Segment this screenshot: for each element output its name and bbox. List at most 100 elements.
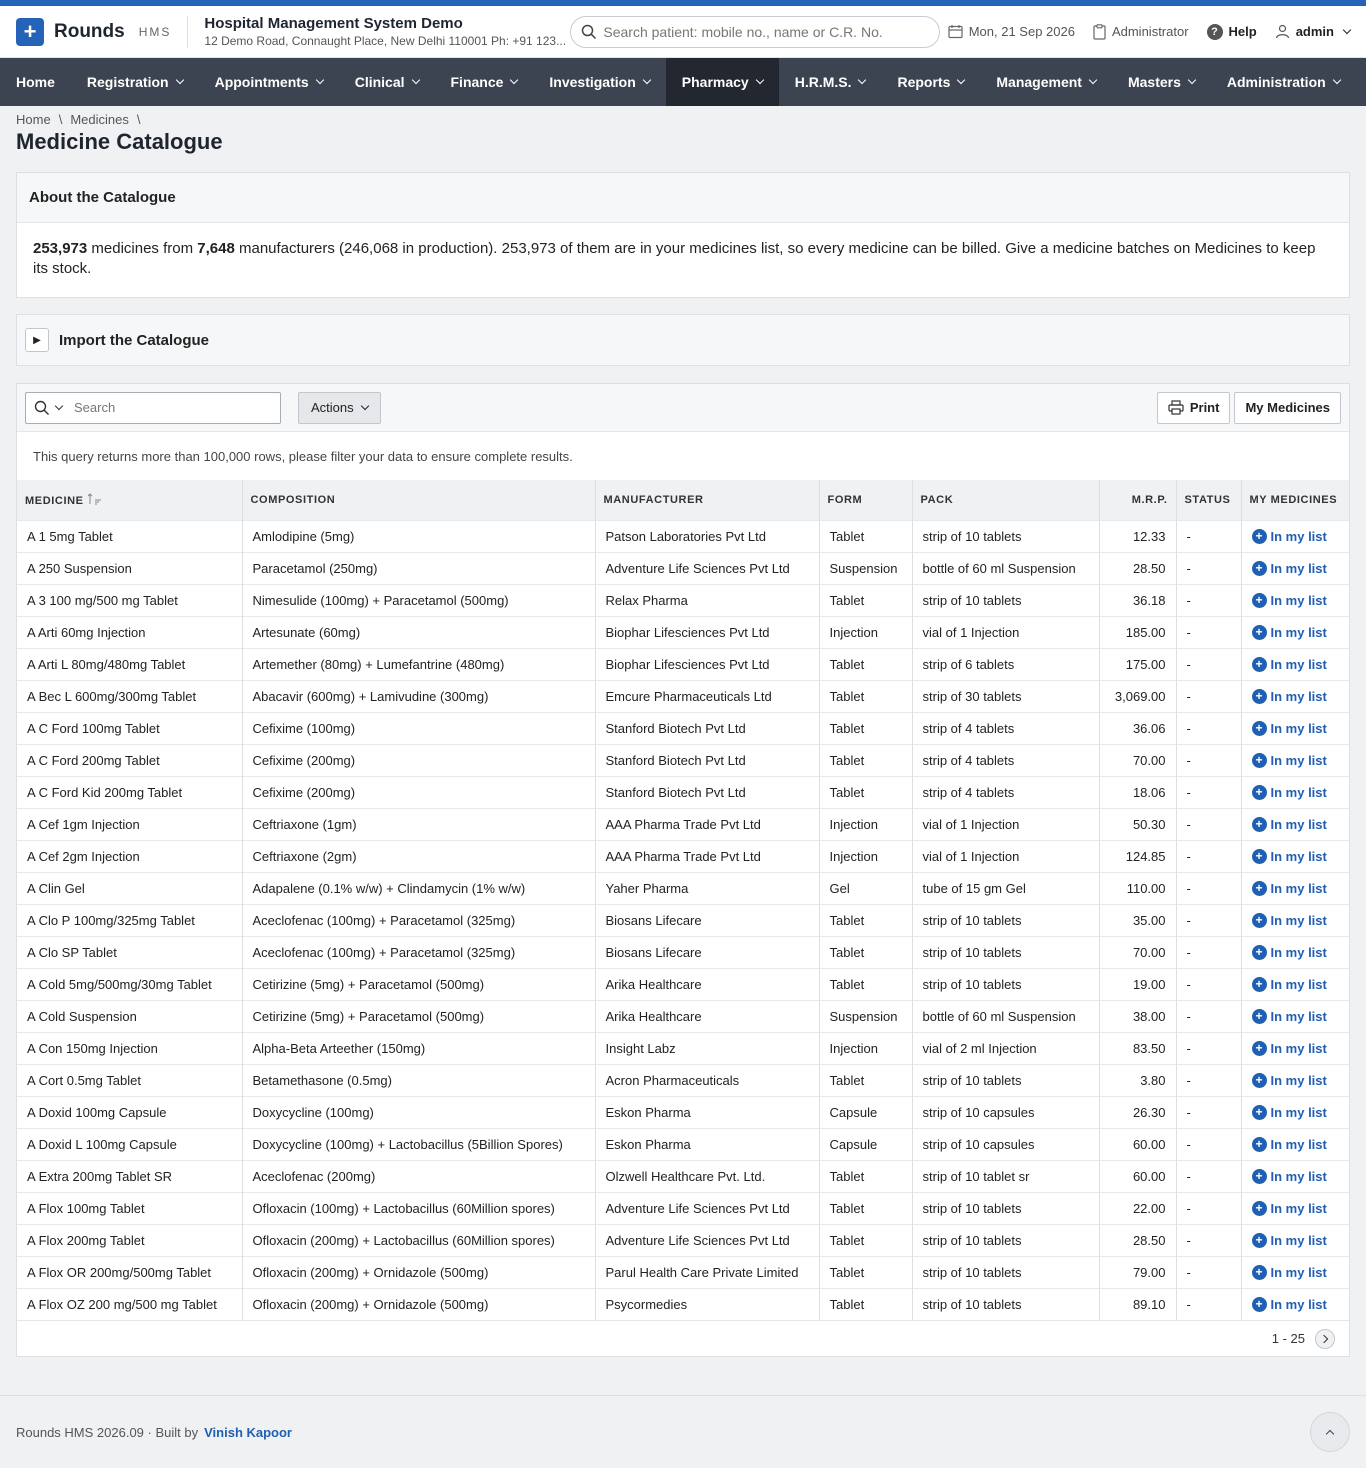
table-row[interactable]: A C Ford Kid 200mg Tablet Cefixime (200mg… [17, 775, 1349, 808]
composition-cell: Ofloxacin (200mg) + Lactobacillus (60Mil… [242, 1223, 596, 1256]
table-row[interactable]: A Clo SP Tablet Aceclofenac (100mg) + Par… [17, 935, 1349, 968]
in-my-list-link[interactable]: + In my list [1251, 944, 1340, 960]
in-my-list-link[interactable]: + In my list [1251, 976, 1340, 992]
actions-label: Actions [311, 400, 354, 415]
nav-item-administration[interactable]: Administration [1211, 58, 1356, 106]
column-header[interactable]: FORM [819, 480, 913, 520]
print-button[interactable]: Print [1156, 391, 1231, 424]
in-my-list-link[interactable]: + In my list [1251, 592, 1340, 608]
table-row[interactable]: A Doxid L 100mg Capsule Doxycycline (100m… [17, 1127, 1349, 1160]
import-header[interactable]: ▶ Import the Catalogue [17, 315, 1349, 365]
in-my-list-link[interactable]: + In my list [1251, 912, 1340, 928]
nav-item-home[interactable]: Home [0, 58, 71, 106]
nav-item-masters[interactable]: Masters [1112, 58, 1211, 106]
composition-cell: Cefixime (100mg) [242, 711, 596, 744]
in-my-list-link[interactable]: + In my list [1251, 528, 1340, 544]
table-row[interactable]: A Cef 2gm Injection Ceftriaxone (2gm) AAA … [17, 839, 1349, 872]
in-my-list-link[interactable]: + In my list [1251, 816, 1340, 832]
nav-item-reports[interactable]: Reports [881, 58, 980, 106]
form-cell: Tablet [819, 775, 913, 808]
table-row[interactable]: A Extra 200mg Tablet SR Aceclofenac (200m… [17, 1159, 1349, 1192]
nav-item-h-r-m-s[interactable]: H.R.M.S. [779, 58, 882, 106]
user-icon [1275, 24, 1289, 39]
in-my-list-link[interactable]: + In my list [1251, 1264, 1340, 1280]
in-my-list-link[interactable]: + In my list [1251, 1104, 1340, 1120]
my-medicines-cell: + In my list [1241, 551, 1349, 584]
table-row[interactable]: A Cold Suspension Cetirizine (5mg) + Para… [17, 999, 1349, 1032]
nav-item-investigation[interactable]: Investigation [533, 58, 665, 106]
table-row[interactable]: A 1 5mg Tablet Amlodipine (5mg) Patson Lab… [17, 519, 1349, 552]
my-medicines-cell: + In my list [1241, 839, 1349, 872]
table-row[interactable]: A Cold 5mg/500mg/30mg Tablet Cetirizine (… [17, 967, 1349, 1000]
nav-item-finance[interactable]: Finance [435, 58, 534, 106]
my-medicines-cell: + In my list [1241, 1191, 1349, 1224]
nav-item-management[interactable]: Management [980, 58, 1112, 106]
table-row[interactable]: A Flox OR 200mg/500mg Tablet Ofloxacin (2… [17, 1255, 1349, 1288]
medicine-name-cell: A Flox OZ 200 mg/500 mg Tablet [17, 1287, 243, 1320]
my-medicines-button[interactable]: My Medicines [1234, 391, 1341, 424]
column-header[interactable]: COMPOSITION [242, 480, 596, 520]
author-link[interactable]: Vinish Kapoor [204, 1425, 292, 1440]
breadcrumb-medicines[interactable]: Medicines [70, 112, 129, 127]
breadcrumb-home[interactable]: Home [16, 112, 51, 127]
app-logo[interactable]: + Rounds HMS [16, 17, 171, 46]
in-my-list-link[interactable]: + In my list [1251, 1136, 1340, 1152]
in-my-list-link[interactable]: + In my list [1251, 688, 1340, 704]
report-search-input[interactable]: Search [25, 391, 281, 424]
user-menu[interactable]: admin [1275, 24, 1352, 39]
table-row[interactable]: A Cef 1gm Injection Ceftriaxone (1gm) AAA … [17, 807, 1349, 840]
table-row[interactable]: A Con 150mg Injection Alpha-Beta Arteethe… [17, 1031, 1349, 1064]
help-link[interactable]: ? Help [1206, 23, 1257, 40]
about-heading: About the Catalogue [17, 173, 1349, 223]
app-name: Rounds [54, 20, 125, 42]
in-my-list-link[interactable]: + In my list [1251, 880, 1340, 896]
table-row[interactable]: A Doxid 100mg Capsule Doxycycline (100mg)… [17, 1095, 1349, 1128]
in-my-list-link[interactable]: + In my list [1251, 1072, 1340, 1088]
in-my-list-link[interactable]: + In my list [1251, 1232, 1340, 1248]
status-cell: - [1176, 775, 1242, 808]
in-my-list-link[interactable]: + In my list [1251, 560, 1340, 576]
in-my-list-link[interactable]: + In my list [1251, 1008, 1340, 1024]
next-page-button[interactable] [1315, 1328, 1335, 1349]
table-row[interactable]: A C Ford 200mg Tablet Cefixime (200mg) Sta… [17, 743, 1349, 776]
table-row[interactable]: A Clo P 100mg/325mg Tablet Aceclofenac (1… [17, 903, 1349, 936]
in-my-list-link[interactable]: + In my list [1251, 720, 1340, 736]
column-header[interactable]: PACK [912, 480, 1100, 520]
table-row[interactable]: A Clin Gel Adapalene (0.1% w/w) + Clindam… [17, 871, 1349, 904]
column-header[interactable]: M.R.P. [1099, 480, 1177, 520]
table-row[interactable]: A 3 100 mg/500 mg Tablet Nimesulide (100m… [17, 583, 1349, 616]
status-cell: - [1176, 839, 1242, 872]
table-row[interactable]: A Flox 200mg Tablet Ofloxacin (200mg) + L… [17, 1223, 1349, 1256]
in-my-list-link[interactable]: + In my list [1251, 1168, 1340, 1184]
table-row[interactable]: A C Ford 100mg Tablet Cefixime (100mg) Sta… [17, 711, 1349, 744]
table-row[interactable]: A Arti 60mg Injection Artesunate (60mg) Bi… [17, 615, 1349, 648]
in-my-list-link[interactable]: + In my list [1251, 752, 1340, 768]
in-my-list-link[interactable]: + In my list [1251, 1200, 1340, 1216]
table-row[interactable]: A 250 Suspension Paracetamol (250mg) Adven… [17, 551, 1349, 584]
sort-ascending-icon[interactable] [84, 493, 103, 507]
table-row[interactable]: A Flox 100mg Tablet Ofloxacin (100mg) + L… [17, 1191, 1349, 1224]
nav-item-registration[interactable]: Registration [71, 58, 199, 106]
in-my-list-link[interactable]: + In my list [1251, 1296, 1340, 1312]
nav-item-appointments[interactable]: Appointments [199, 58, 339, 106]
table-row[interactable]: A Cort 0.5mg Tablet Betamethasone (0.5mg)… [17, 1063, 1349, 1096]
in-my-list-link[interactable]: + In my list [1251, 656, 1340, 672]
role-selector[interactable]: Administrator [1093, 23, 1189, 40]
expand-triangle-icon[interactable]: ▶ [25, 328, 49, 352]
table-row[interactable]: A Arti L 80mg/480mg Tablet Artemether (80… [17, 647, 1349, 680]
in-my-list-link[interactable]: + In my list [1251, 624, 1340, 640]
column-header[interactable]: MY MEDICINES [1241, 480, 1349, 520]
back-to-top-button[interactable] [1310, 1412, 1350, 1452]
column-header[interactable]: STATUS [1176, 480, 1242, 520]
column-header[interactable]: MEDICINE [17, 480, 243, 520]
table-row[interactable]: A Flox OZ 200 mg/500 mg Tablet Ofloxacin … [17, 1287, 1349, 1320]
nav-item-pharmacy[interactable]: Pharmacy [665, 58, 779, 106]
patient-search-input[interactable]: Search patient: mobile no., name or C.R.… [570, 15, 941, 48]
in-my-list-link[interactable]: + In my list [1251, 784, 1340, 800]
in-my-list-link[interactable]: + In my list [1251, 1040, 1340, 1056]
nav-item-clinical[interactable]: Clinical [339, 58, 435, 106]
actions-menu-button[interactable]: Actions [298, 391, 381, 424]
in-my-list-link[interactable]: + In my list [1251, 848, 1340, 864]
table-row[interactable]: A Bec L 600mg/300mg Tablet Abacavir (600m… [17, 679, 1349, 712]
column-header[interactable]: MANUFACTURER [595, 480, 820, 520]
